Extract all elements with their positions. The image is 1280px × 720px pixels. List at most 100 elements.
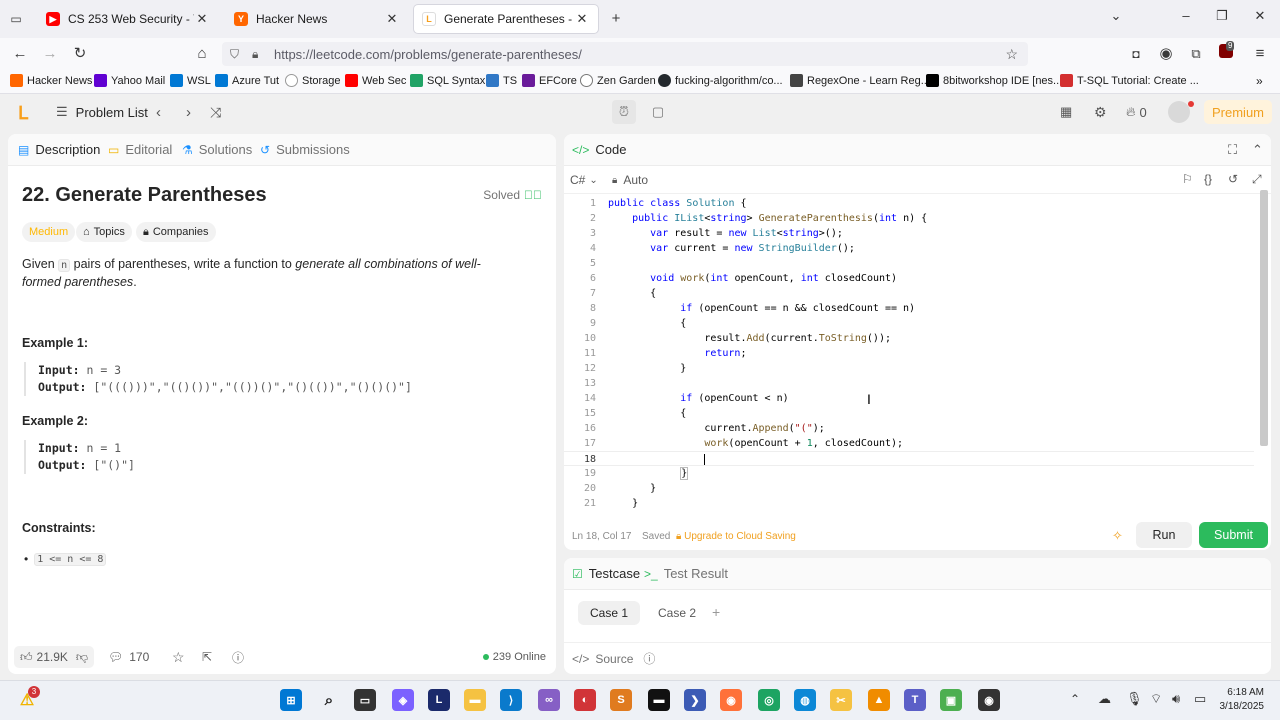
problem-list-button[interactable]: ☰ Problem List [56, 104, 148, 120]
vscode-icon[interactable]: ⟩ [500, 689, 522, 711]
upgrade-link[interactable]: 🔒︎ Upgrade to Cloud Saving [676, 531, 796, 542]
bookmark-item[interactable]: Azure Tut [215, 74, 279, 87]
settings-gear-icon[interactable]: ⚙ [1094, 104, 1107, 121]
thumbs-up-icon[interactable]: 👍︎ [20, 650, 33, 665]
clock[interactable]: 6:18 AM 3/18/2025 [1214, 686, 1265, 714]
avatar[interactable] [1168, 101, 1190, 123]
share-icon[interactable]: ⇱ [202, 650, 212, 664]
bookmark-item[interactable]: T-SQL Tutorial: Create ... [1060, 74, 1199, 87]
comments-button[interactable]: 💬︎ 170 [108, 650, 149, 664]
tab-solutions[interactable]: ⚗ Solutions [182, 142, 252, 157]
shield-icon[interactable]: ⛉ [230, 47, 239, 62]
topics-chip[interactable]: ⌂ Topics [76, 222, 132, 242]
bookmark-item[interactable]: WSL [170, 74, 211, 87]
tab-code[interactable]: </> Code [572, 142, 626, 157]
microphone-icon[interactable]: 🎙︎ [1126, 691, 1143, 707]
vlc-icon[interactable]: ▲ [868, 689, 890, 711]
volume-icon[interactable]: 🔊︎ [1172, 691, 1180, 707]
case-2-tab[interactable]: Case 2 [646, 601, 708, 625]
tab-overflow-chevron-icon[interactable]: ⌄ [1106, 8, 1126, 24]
mode-select[interactable]: 🔒︎ Auto [612, 173, 648, 187]
windows-start-icon[interactable]: ⊞ [280, 689, 302, 711]
snipping-tool-icon[interactable]: ✂ [830, 689, 852, 711]
sublime-icon[interactable]: S [610, 689, 632, 711]
companies-chip[interactable]: 🔒︎ Companies [136, 222, 216, 242]
git-icon[interactable]: ◐ [574, 689, 596, 711]
submit-button[interactable]: Submit [1199, 522, 1268, 548]
l-app-icon[interactable]: L [428, 689, 450, 711]
favorite-star-icon[interactable]: ☆ [172, 649, 185, 666]
tab-test-result[interactable]: >_ Test Result [644, 566, 728, 581]
extensions-icon[interactable]: ⧉ [1186, 44, 1206, 64]
pocket-icon[interactable]: ◘ [1126, 44, 1146, 64]
powershell-icon[interactable]: ❯ [684, 689, 706, 711]
add-case-button[interactable]: + [712, 604, 720, 620]
leetcode-logo-icon[interactable]: ᒪ [18, 103, 28, 124]
teams-icon[interactable]: T [904, 689, 926, 711]
tab-submissions[interactable]: ↺ Submissions [260, 142, 350, 157]
streak-button[interactable]: 🔥︎ 0 [1126, 104, 1147, 120]
reset-icon[interactable]: ↺ [1228, 172, 1238, 186]
browser-tab-youtube[interactable]: ▶ CS 253 Web Security - YouTube ✕ [38, 5, 218, 33]
copilot-icon[interactable]: ◈ [392, 689, 414, 711]
browser-tab-leetcode[interactable]: L Generate Parentheses - LeetCo ✕ [414, 5, 598, 33]
wifi-icon[interactable]: ⌔ [1150, 691, 1162, 707]
file-explorer-icon[interactable]: ▬ [464, 689, 486, 711]
close-tab-icon[interactable]: ✕ [574, 11, 590, 27]
edge-icon[interactable]: ◍ [794, 689, 816, 711]
back-icon[interactable]: ← [10, 44, 30, 64]
timer-icon[interactable]: ⏰︎ [612, 100, 636, 124]
search-icon[interactable]: ⌕ [318, 689, 340, 711]
menu-icon[interactable]: ≡ [1250, 44, 1270, 64]
format-braces-icon[interactable]: {} [1204, 172, 1212, 186]
fullscreen-icon[interactable]: ⛶ [1228, 142, 1237, 158]
prev-problem-icon[interactable]: ‹ [156, 104, 161, 121]
chrome-icon[interactable]: ◎ [758, 689, 780, 711]
maximize-icon[interactable]: ❐ [1212, 8, 1232, 24]
premium-button[interactable]: Premium [1204, 100, 1273, 124]
forward-icon[interactable]: → [40, 44, 60, 64]
tab-list-icon[interactable]: ▭ [6, 9, 26, 29]
minimize-icon[interactable]: – [1176, 8, 1196, 23]
bookmarks-overflow-icon[interactable]: » [1256, 74, 1263, 88]
bookmark-item[interactable]: Yahoo Mail [94, 74, 165, 87]
tab-testcase[interactable]: ☑ Testcase [572, 566, 640, 581]
battery-icon[interactable]: ▭ [1194, 691, 1206, 707]
debug-icon[interactable]: ✧ [1112, 528, 1123, 544]
minecraft-icon[interactable]: ▣ [940, 689, 962, 711]
thumbs-down-icon[interactable]: 👎︎ [76, 650, 88, 665]
expand-icon[interactable]: ⤢ [1252, 172, 1262, 187]
case-1-tab[interactable]: Case 1 [578, 601, 640, 625]
next-problem-icon[interactable]: › [186, 104, 191, 121]
terminal-icon[interactable]: ▬ [648, 689, 670, 711]
bookmark-item[interactable]: Web Sec [345, 74, 406, 87]
tab-editorial[interactable]: ▭ Editorial [108, 142, 172, 157]
browser-tab-hackernews[interactable]: Y Hacker News ✕ [226, 5, 408, 33]
bookmark-item[interactable]: TS [486, 74, 517, 87]
url-bar[interactable]: ⛉ 🔒︎ https://leetcode.com/problems/gener… [222, 42, 1028, 66]
close-tab-icon[interactable]: ✕ [194, 11, 210, 27]
bookmark-star-icon[interactable]: ☆ [1005, 46, 1018, 63]
home-icon[interactable]: ⌂ [192, 44, 212, 64]
help-icon[interactable]: ⓘ [232, 649, 244, 666]
bookmark-item[interactable]: Zen Garden [580, 74, 656, 87]
close-window-icon[interactable]: ✕ [1250, 8, 1270, 24]
collapse-icon[interactable]: ⌃ [1252, 142, 1263, 158]
tab-description[interactable]: ▤ Description [18, 142, 100, 157]
code-editor[interactable]: 1 public class Solution { 2 public IList<… [564, 196, 1259, 512]
account-icon[interactable]: ◉ [1156, 44, 1176, 64]
reload-icon[interactable]: ↻ [70, 44, 90, 64]
editor-scrollbar[interactable] [1260, 190, 1268, 446]
lock-icon[interactable]: 🔒︎ [252, 47, 258, 62]
onedrive-icon[interactable]: ☁ [1098, 691, 1111, 707]
run-button[interactable]: Run [1136, 522, 1192, 548]
ublock-icon[interactable]: 9 [1216, 41, 1236, 64]
bookmark-item[interactable]: Hacker News [10, 74, 92, 87]
close-tab-icon[interactable]: ✕ [384, 11, 400, 27]
bookmark-item[interactable]: Storage [285, 74, 341, 87]
bookmark-item[interactable]: fucking-algorithm/co... [658, 74, 783, 87]
bookmark-item[interactable]: 8bitworkshop IDE [nes... [926, 74, 1062, 87]
bookmark-icon[interactable]: ⚐ [1182, 172, 1193, 186]
tray-overflow-chevron-icon[interactable]: ⌃ [1070, 692, 1080, 706]
visual-studio-icon[interactable]: ∞ [538, 689, 560, 711]
